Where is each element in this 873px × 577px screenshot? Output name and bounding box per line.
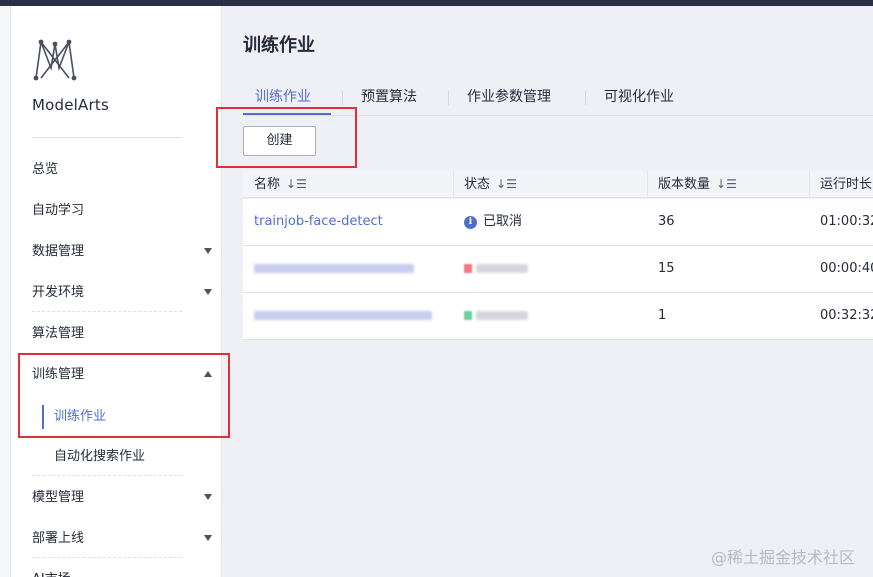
sidebar-item-label: 模型管理	[32, 490, 85, 505]
job-version-count: 36	[658, 214, 675, 229]
sidebar-subitem-training-jobs[interactable]: 训练作业	[54, 405, 106, 429]
table-row: 1 00:32:32	[243, 293, 873, 340]
chevron-down-icon	[204, 289, 212, 295]
job-duration: 01:00:32	[820, 214, 873, 229]
tab-training-jobs[interactable]: 训练作业	[255, 86, 311, 112]
red-status-icon	[464, 264, 472, 273]
sidebar-item-algorithm-management[interactable]: 算法管理	[32, 319, 212, 349]
sort-icon[interactable]: ↓☰	[716, 171, 737, 198]
job-status-redacted	[464, 293, 528, 339]
table-header: 名称 ↓☰ 状态 ↓☰ 版本数量 ↓☰ 运行时长	[243, 171, 873, 198]
chevron-down-icon	[204, 535, 212, 541]
active-indicator	[42, 405, 44, 429]
sidebar-item-training-management[interactable]: 训练管理	[32, 360, 212, 390]
brand-name: ModelArts	[32, 96, 109, 114]
column-header-versions: 版本数量 ↓☰	[658, 171, 737, 198]
sort-icon[interactable]: ↓☰	[286, 171, 307, 198]
job-version-count: 15	[658, 261, 675, 276]
sidebar-item-deployment[interactable]: 部署上线	[32, 524, 212, 554]
main-content: 训练作业 训练作业 预置算法 作业参数管理 可视化作业 创建 名称 ↓☰ 状态 ↓☰…	[223, 6, 873, 577]
sort-icon[interactable]: ↓☰	[496, 171, 517, 198]
job-version-count: 1	[658, 308, 667, 323]
chevron-up-icon	[204, 371, 212, 377]
green-status-icon	[464, 311, 472, 320]
sidebar-item-auto-learning[interactable]: 自动学习	[32, 196, 212, 226]
tab-divider	[342, 91, 343, 105]
job-duration: 00:00:40	[820, 261, 873, 276]
sidebar-item-ai-market[interactable]: AI市场	[32, 565, 212, 577]
sidebar-item-label: 数据管理	[32, 244, 85, 259]
brand-divider	[32, 137, 182, 138]
sidebar-item-label: 训练管理	[32, 367, 85, 382]
job-status: i 已取消	[464, 199, 522, 245]
tab-preset-algorithms[interactable]: 预置算法	[361, 86, 417, 112]
tab-job-parameters[interactable]: 作业参数管理	[467, 86, 551, 112]
job-name-link-redacted[interactable]	[254, 293, 432, 339]
nav-divider	[32, 475, 182, 476]
column-label: 名称	[254, 177, 281, 192]
create-button[interactable]: 创建	[243, 126, 316, 156]
sidebar-item-model-management[interactable]: 模型管理	[32, 483, 212, 513]
nav-divider	[32, 311, 182, 312]
tab-bar-border	[243, 115, 873, 116]
column-label: 状态	[464, 177, 491, 192]
sidebar: ModelArts 总览 自动学习 数据管理 开发环境 算法管理 训练管理 训练…	[11, 6, 222, 577]
job-duration: 00:32:32	[820, 308, 873, 323]
left-strip	[0, 6, 11, 577]
tab-divider	[585, 91, 586, 105]
column-label: 版本数量	[658, 177, 711, 192]
chevron-down-icon	[204, 494, 212, 500]
status-text: 已取消	[483, 214, 523, 229]
sidebar-subitem-auto-search-jobs[interactable]: 自动化搜索作业	[54, 445, 145, 469]
page-title: 训练作业	[243, 35, 315, 56]
column-header-duration: 运行时长	[820, 177, 873, 192]
sidebar-item-label: 部署上线	[32, 531, 85, 546]
sidebar-item-data-management[interactable]: 数据管理	[32, 237, 212, 267]
sidebar-item-label: 开发环境	[32, 285, 85, 300]
column-separator	[453, 171, 454, 198]
table-row: trainjob-face-detect i 已取消 36 01:00:32	[243, 199, 873, 246]
column-header-status: 状态 ↓☰	[464, 171, 517, 198]
column-separator	[809, 171, 810, 198]
nav-divider	[32, 557, 182, 558]
chevron-down-icon	[204, 248, 212, 254]
column-header-name: 名称 ↓☰	[254, 171, 307, 198]
sidebar-item-overview[interactable]: 总览	[32, 155, 212, 185]
job-name-link-redacted[interactable]	[254, 246, 414, 292]
tab-visualization-jobs[interactable]: 可视化作业	[604, 86, 674, 112]
job-name-link[interactable]: trainjob-face-detect	[254, 199, 383, 245]
watermark: @稀土掘金技术社区	[710, 548, 855, 567]
info-icon: i	[464, 216, 477, 229]
modelarts-logo	[33, 39, 77, 81]
column-separator	[647, 171, 648, 198]
tab-divider	[448, 91, 449, 105]
job-status-redacted	[464, 246, 528, 292]
table-row: 15 00:00:40	[243, 246, 873, 293]
sidebar-item-dev-environment[interactable]: 开发环境	[32, 278, 212, 308]
